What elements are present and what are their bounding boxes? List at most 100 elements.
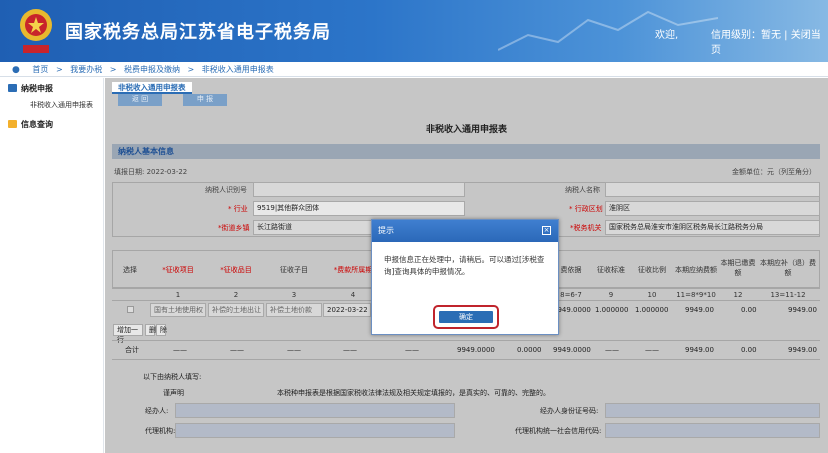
handler-field[interactable] bbox=[175, 403, 455, 418]
total-cell: 9949.00 bbox=[685, 346, 714, 354]
agent-label: 代理机构: bbox=[145, 427, 176, 435]
total-cell: 9949.0000 bbox=[457, 346, 495, 354]
index-cell: 13=11-12 bbox=[770, 291, 806, 299]
total-cell: —— bbox=[605, 346, 619, 354]
index-cell: 3 bbox=[291, 291, 297, 299]
breadcrumb-home[interactable]: 首页 bbox=[32, 65, 48, 74]
fill-date: 填报日期: 2022-03-22 bbox=[114, 168, 188, 176]
agent-field[interactable] bbox=[175, 423, 455, 438]
submit-button[interactable]: 申 报 bbox=[183, 94, 227, 106]
unit-text: 金额单位：元（列至角分） bbox=[732, 168, 816, 176]
sidebar-group-declare[interactable]: 纳税申报 bbox=[0, 78, 103, 94]
standard-value: 1.000000 bbox=[595, 306, 629, 314]
handler-label: 经办人: bbox=[145, 407, 169, 415]
declaration-label: 谨声明 bbox=[163, 389, 184, 397]
taxpayer-id-label: 纳税人识别号 bbox=[205, 186, 247, 194]
section-title: 纳税人基本信息 bbox=[112, 144, 820, 159]
period-field[interactable]: 2022-03-22 bbox=[323, 303, 371, 317]
location-pin-icon: ● bbox=[12, 65, 20, 75]
total-cell: 0.00 bbox=[741, 346, 757, 354]
total-cell: 9949.00 bbox=[788, 346, 817, 354]
delete-button-2[interactable]: 除 bbox=[156, 324, 167, 336]
index-cell: 10 bbox=[647, 291, 657, 299]
credit-level-close[interactable]: 信用级别：暂无 | 关闭当页 bbox=[711, 26, 828, 56]
agent-code-label: 代理机构统一社会信用代码: bbox=[515, 427, 602, 435]
taxpayer-id-field[interactable] bbox=[253, 182, 465, 197]
row-checkbox[interactable] bbox=[127, 306, 134, 313]
total-cell: —— bbox=[343, 346, 357, 354]
dialog-message: 申报信息正在处理中，请稍后。可以通过[涉税查询]查询具体的申报情况。 bbox=[384, 255, 545, 276]
col-select: 选择 bbox=[123, 266, 137, 274]
taxpayer-name-field[interactable] bbox=[605, 182, 820, 197]
tax-office-field[interactable]: 国家税务总局淮安市淮阴区税务局长江路税务分局 bbox=[605, 220, 820, 235]
total-cell: —— bbox=[287, 346, 301, 354]
handler-id-field[interactable] bbox=[605, 403, 820, 418]
fill-by-text: 以下由纳税人填写: bbox=[143, 373, 202, 381]
sidebar: 纳税申报 非税收入通用申报表 信息查询 bbox=[0, 78, 104, 453]
close-icon[interactable]: × bbox=[542, 226, 551, 235]
col-ratio: 征收比例 bbox=[638, 266, 666, 274]
col-sub-item: *征收品目 bbox=[220, 266, 252, 274]
dialog-header: 提示 × bbox=[372, 220, 558, 242]
breadcrumb: ● 首页 > 我要办税 > 税费申报及缴纳 > 非税收入通用申报表 bbox=[0, 62, 828, 77]
col-payable: 本期应纳费额 bbox=[675, 266, 717, 274]
col-standard: 征收标准 bbox=[597, 266, 625, 274]
sub-category-select[interactable]: 补偿土地价款 bbox=[266, 303, 322, 317]
breadcrumb-sep: > bbox=[109, 65, 117, 74]
delete-button[interactable]: 删 bbox=[145, 324, 156, 336]
street-label: *街道乡镇 bbox=[218, 224, 250, 232]
district-field[interactable]: 淮阴区 bbox=[605, 201, 820, 216]
paid-value: 0.00 bbox=[741, 306, 757, 314]
declaration-text: 本税种申报表是根据国家税收法律法规及相关规定填报的，是真实的、可靠的、完整的。 bbox=[277, 389, 550, 397]
total-cell: —— bbox=[645, 346, 659, 354]
refund-value: 9949.00 bbox=[788, 306, 817, 314]
index-cell: 12 bbox=[733, 291, 743, 299]
index-cell: 11=8*9*10 bbox=[676, 291, 716, 299]
top-header: 国家税务总局江苏省电子税务局 欢迎, 信用级别：暂无 | 关闭当页 bbox=[0, 0, 828, 62]
agent-code-field[interactable] bbox=[605, 423, 820, 438]
total-cell: 0.0000 bbox=[517, 346, 542, 354]
tax-office-label: *税务机关 bbox=[570, 224, 602, 232]
taxpayer-name-label: 纳税人名称 bbox=[565, 186, 600, 194]
ratio-value: 1.000000 bbox=[635, 306, 669, 314]
back-button[interactable]: 返 回 bbox=[118, 94, 162, 106]
ok-highlight: 确定 bbox=[433, 305, 499, 329]
total-cell: 9949.0000 bbox=[553, 346, 591, 354]
query-icon bbox=[8, 120, 17, 128]
col-refund: 本期应补（退）费额 bbox=[760, 259, 816, 277]
ok-button[interactable]: 确定 bbox=[439, 311, 493, 323]
industry-label: * 行业 bbox=[228, 205, 248, 213]
item-select[interactable]: 国有土地使用权 bbox=[150, 303, 206, 317]
district-label: * 行政区划 bbox=[569, 205, 603, 213]
page-title: 国家税务总局江苏省电子税务局 bbox=[65, 22, 331, 43]
index-cell: 2 bbox=[233, 291, 239, 299]
breadcrumb-tax[interactable]: 我要办税 bbox=[70, 65, 102, 74]
sidebar-item-nontax-form[interactable]: 非税收入通用申报表 bbox=[0, 94, 103, 110]
total-cell: —— bbox=[173, 346, 187, 354]
great-wall-decoration bbox=[498, 10, 718, 51]
tax-emblem-icon bbox=[20, 9, 52, 53]
col-item: *征收项目 bbox=[162, 266, 194, 274]
welcome-text: 欢迎, bbox=[655, 30, 679, 41]
col-sub-category: 征收子目 bbox=[280, 266, 308, 274]
tab-nontax-form[interactable]: 非税收入通用申报表 bbox=[112, 82, 192, 94]
index-cell: 9 bbox=[608, 291, 614, 299]
declare-icon bbox=[8, 84, 17, 92]
handler-id-label: 经办人身份证号码: bbox=[540, 407, 599, 415]
breadcrumb-current: 非税收入通用申报表 bbox=[201, 65, 274, 74]
payable-value: 9949.00 bbox=[685, 306, 714, 314]
notice-dialog: 提示 × 申报信息正在处理中，请稍后。可以通过[涉税查询]查询具体的申报情况。 … bbox=[371, 219, 559, 335]
sub-item-select[interactable]: 补偿的土地出让 bbox=[208, 303, 264, 317]
industry-field[interactable]: 9519|其他群众团体 bbox=[253, 201, 465, 216]
total-cell: —— bbox=[230, 346, 244, 354]
total-label: 合计 bbox=[125, 346, 139, 354]
total-cell: —— bbox=[405, 346, 419, 354]
add-row-button[interactable]: 增加一行 bbox=[113, 324, 143, 344]
breadcrumb-sep: > bbox=[187, 65, 195, 74]
dialog-title: 提示 bbox=[378, 226, 394, 235]
index-cell: 1 bbox=[175, 291, 181, 299]
breadcrumb-declare[interactable]: 税费申报及缴纳 bbox=[124, 65, 180, 74]
form-title: 非税收入通用申报表 bbox=[425, 125, 507, 135]
col-paid: 本期已缴费额 bbox=[720, 259, 756, 277]
sidebar-group-query[interactable]: 信息查询 bbox=[0, 110, 103, 130]
